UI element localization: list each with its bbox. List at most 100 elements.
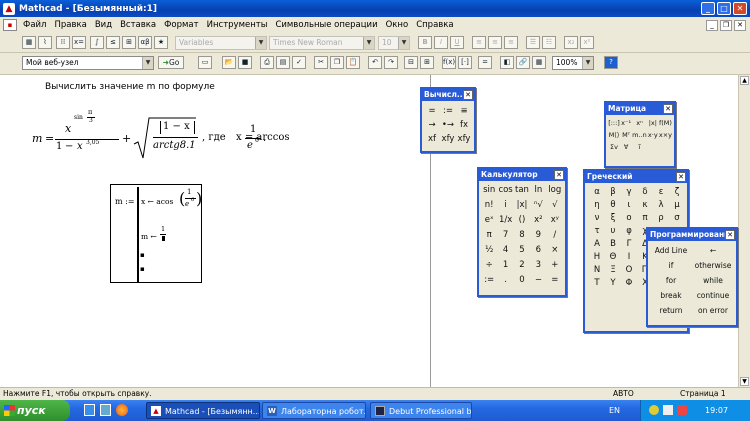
palette-button[interactable]: 6 [530, 245, 546, 255]
palette-title-bar[interactable]: Греческий ✕ [585, 171, 687, 183]
chevron-down-icon[interactable]: ▼ [255, 37, 266, 49]
palette-title-bar[interactable]: Матрица ✕ [606, 103, 674, 115]
show-desktop-icon[interactable] [84, 404, 95, 416]
palette-button[interactable]: on error [692, 306, 734, 315]
palette-button[interactable]: ι [621, 200, 637, 210]
media-player-icon[interactable] [100, 404, 111, 416]
palette-button[interactable]: for [650, 276, 692, 285]
menu-edit[interactable]: Правка [50, 20, 90, 30]
palette-button[interactable]: ln [530, 185, 546, 195]
palette-button[interactable]: f(M) [659, 119, 672, 127]
palette-button[interactable]: 1/x [497, 215, 513, 225]
vertical-scrollbar[interactable]: ▲ ▼ [738, 75, 750, 387]
palette-button[interactable]: Η [589, 252, 605, 262]
palette-button[interactable]: () [514, 215, 530, 225]
menu-insert[interactable]: Вставка [116, 20, 160, 30]
menu-format[interactable]: Формат [160, 20, 203, 30]
palette-button[interactable]: = [424, 106, 440, 116]
palette-button[interactable]: μ [669, 200, 685, 210]
chevron-down-icon[interactable]: ▼ [363, 37, 374, 49]
close-icon[interactable]: ✕ [554, 170, 564, 180]
palette-button[interactable]: × [547, 245, 563, 255]
doc-minimize-button[interactable]: _ [706, 19, 718, 31]
insert-unit-icon[interactable]: [·] [458, 56, 472, 69]
palette-button[interactable]: ĩ [632, 143, 647, 151]
palette-button[interactable]: √ [547, 200, 563, 210]
close-icon[interactable]: ✕ [725, 230, 735, 240]
palette-button[interactable]: xʸ [547, 215, 563, 225]
help-icon[interactable]: ? [604, 56, 618, 69]
palette-button[interactable]: τ [589, 226, 605, 236]
palette-button[interactable]: Ν [589, 265, 605, 275]
palette-button[interactable]: ν [589, 213, 605, 223]
palette-button[interactable]: = [547, 275, 563, 285]
palette-button[interactable]: cos [497, 185, 513, 195]
palette-button[interactable]: Σv [608, 143, 620, 151]
programming-toolbar-icon[interactable]: ⊞ [122, 36, 136, 49]
palette-button[interactable]: n! [481, 200, 497, 210]
palette-button[interactable]: x⁻¹ [620, 119, 632, 127]
tray-icon[interactable] [649, 405, 659, 415]
palette-button[interactable]: •→ [440, 120, 456, 130]
palette-button[interactable]: ξ [605, 213, 621, 223]
palette-button[interactable]: β [605, 187, 621, 197]
palette-button[interactable]: Α [589, 239, 605, 249]
align-down-icon[interactable]: ⊞ [420, 56, 434, 69]
palette-button[interactable]: continue [692, 291, 734, 300]
menu-tools[interactable]: Инструменты [203, 20, 272, 30]
palette-button[interactable]: ε [653, 187, 669, 197]
subscript-icon[interactable]: x₂ [564, 36, 578, 49]
tray-icon[interactable] [663, 405, 673, 415]
palette-button[interactable]: |x| [514, 200, 530, 210]
palette-button[interactable]: return [650, 306, 692, 315]
palette-button[interactable]: Γ [621, 239, 637, 249]
zoom-select[interactable]: 100% ▼ [552, 56, 594, 70]
program-placeholder[interactable]: ▪ [140, 251, 145, 259]
align-across-icon[interactable]: ⊟ [404, 56, 418, 69]
align-left-icon[interactable]: ≡ [472, 36, 486, 49]
new-file-icon[interactable]: ▭ [198, 56, 212, 69]
superscript-icon[interactable]: x² [580, 36, 594, 49]
resources-icon[interactable]: ▦ [532, 56, 546, 69]
palette-button[interactable]: ⁿ√ [530, 200, 546, 210]
menu-view[interactable]: Вид [91, 20, 116, 30]
open-folder-icon[interactable]: 📂 [222, 56, 236, 69]
formula-region[interactable]: m = x sin π 3 1 − x 3,05 + 1 − x arctg8.… [32, 106, 289, 164]
palette-button[interactable]: Ι [621, 252, 637, 262]
palette-button[interactable]: 0 [514, 275, 530, 285]
palette-button[interactable]: 5 [514, 245, 530, 255]
style-select[interactable]: Variables ▼ [175, 36, 267, 50]
menu-file[interactable]: Файл [19, 20, 50, 30]
spell-check-icon[interactable]: ✓ [292, 56, 306, 69]
palette-button[interactable]: → [424, 120, 440, 130]
palette-button[interactable]: := [440, 106, 456, 116]
font-select[interactable]: Times New Roman ▼ [269, 36, 375, 50]
palette-button[interactable]: σ [669, 213, 685, 223]
menu-window[interactable]: Окно [382, 20, 413, 30]
scroll-up-icon[interactable]: ▲ [740, 76, 749, 85]
palette-button[interactable]: x×y [659, 131, 672, 139]
palette-button[interactable]: θ [605, 200, 621, 210]
bold-icon[interactable]: B [418, 36, 432, 49]
url-select[interactable]: Мой веб-узел ▼ [22, 56, 154, 70]
close-icon[interactable]: ✕ [463, 90, 473, 100]
palette-button[interactable]: m..n [632, 131, 647, 139]
palette-title-bar[interactable]: Калькулятор ✕ [479, 169, 565, 181]
go-button[interactable]: ➜Go [158, 56, 184, 69]
palette-button[interactable]: Θ [605, 252, 621, 262]
palette-button[interactable]: ο [621, 213, 637, 223]
palette-button[interactable]: 2 [514, 260, 530, 270]
palette-button[interactable]: xfy [440, 134, 456, 144]
chevron-down-icon[interactable]: ▼ [582, 57, 593, 69]
palette-button[interactable]: Υ [605, 278, 621, 288]
font-size-select[interactable]: 10 ▼ [378, 36, 410, 50]
program-placeholder[interactable]: ▪ [140, 265, 145, 273]
palette-button[interactable]: xⁿ [632, 119, 647, 127]
palette-button[interactable]: φ [621, 226, 637, 236]
close-icon[interactable]: ✕ [663, 104, 673, 114]
palette-button[interactable]: υ [605, 226, 621, 236]
palette-button[interactable]: ← [692, 246, 734, 255]
palette-button[interactable]: λ [653, 200, 669, 210]
insert-function-icon[interactable]: f(x) [442, 56, 456, 69]
palette-button[interactable]: π [637, 213, 653, 223]
